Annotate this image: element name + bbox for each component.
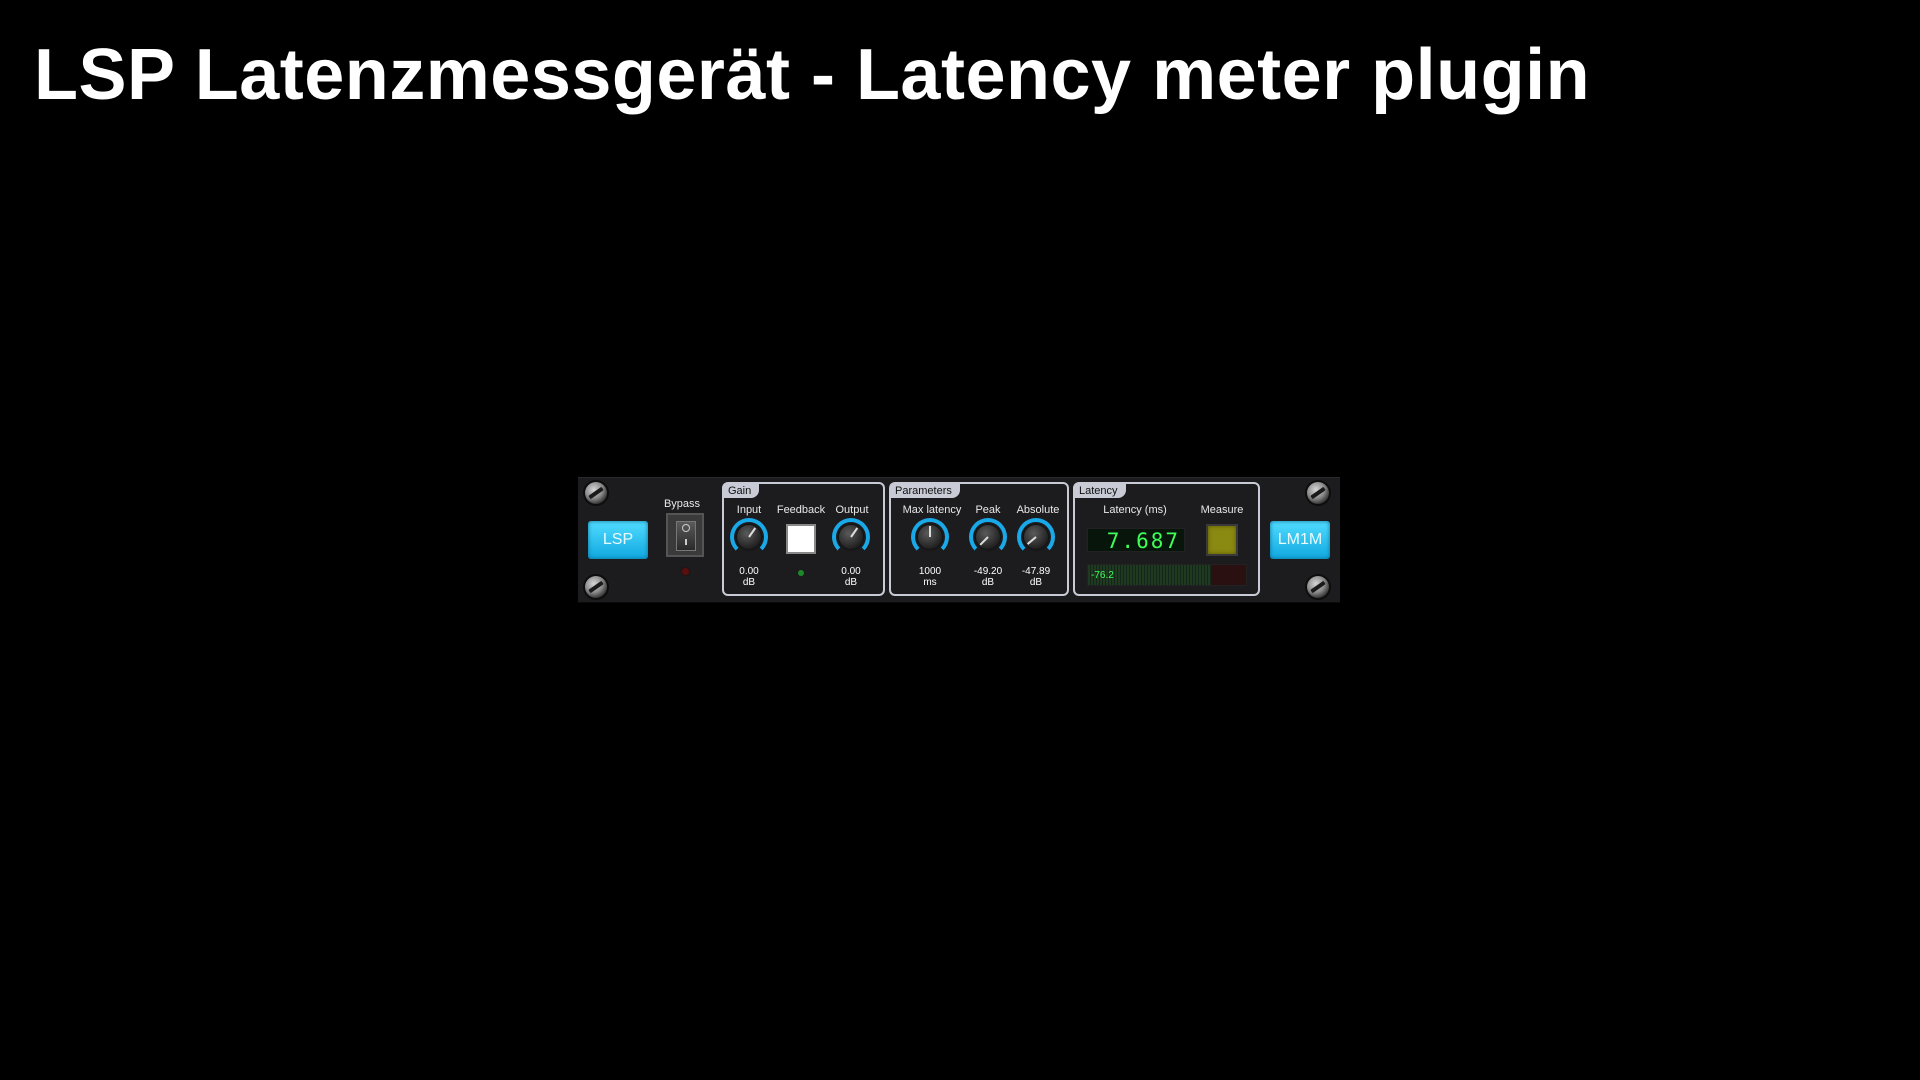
- input-label: Input: [736, 504, 762, 516]
- absolute-value: -47.89: [1021, 566, 1051, 577]
- lm1m-logo-button[interactable]: LM1M: [1270, 521, 1330, 559]
- input-gain-unit: dB: [742, 577, 756, 588]
- screw-icon: [585, 482, 607, 504]
- latency-group-label: Latency: [1075, 484, 1126, 498]
- bypass-led: [682, 568, 689, 575]
- max-latency-knob[interactable]: [911, 518, 949, 556]
- latency-display: 7.687: [1087, 528, 1185, 553]
- latency-display-label: Latency (ms): [1103, 504, 1167, 516]
- latency-value: 7.687: [1106, 529, 1180, 553]
- absolute-label: Absolute: [1016, 504, 1060, 516]
- screw-icon: [585, 576, 607, 598]
- output-gain-unit: dB: [844, 577, 858, 588]
- parameters-group: Parameters Max latency 1000 ms Peak -49.…: [889, 482, 1069, 596]
- feedback-led: [798, 570, 804, 576]
- output-label: Output: [835, 504, 869, 516]
- gain-group: Gain Input 0.00 dB Feedback Output 0.00 …: [722, 482, 885, 596]
- gain-group-label: Gain: [724, 484, 760, 498]
- max-latency-label: Max latency: [902, 504, 962, 516]
- measure-button[interactable]: [1206, 524, 1238, 556]
- peak-value: -49.20: [973, 566, 1003, 577]
- feedback-label: Feedback: [776, 504, 826, 516]
- lsp-logo-button[interactable]: LSP: [588, 521, 648, 559]
- absolute-knob[interactable]: [1017, 518, 1055, 556]
- toggle-switch-icon: [676, 521, 696, 551]
- measure-label: Measure: [1200, 504, 1244, 516]
- peak-unit: dB: [981, 577, 995, 588]
- level-meter-value: -76.2: [1091, 570, 1114, 581]
- max-latency-value: 1000: [918, 566, 942, 577]
- absolute-unit: dB: [1029, 577, 1043, 588]
- input-gain-knob[interactable]: [730, 518, 768, 556]
- output-gain-value: 0.00: [841, 566, 861, 577]
- screw-icon: [1307, 482, 1329, 504]
- bypass-label: Bypass: [663, 498, 701, 510]
- output-gain-knob[interactable]: [832, 518, 870, 556]
- input-gain-value: 0.00: [739, 566, 759, 577]
- feedback-button[interactable]: [786, 524, 816, 554]
- parameters-group-label: Parameters: [891, 484, 960, 498]
- plugin-panel: LSP Bypass Gain Input 0.00 dB Feedback O…: [578, 477, 1340, 603]
- bypass-switch[interactable]: [666, 513, 704, 557]
- peak-knob[interactable]: [969, 518, 1007, 556]
- max-latency-unit: ms: [923, 577, 937, 588]
- level-meter: -76.2: [1087, 564, 1247, 586]
- page-title: LSP Latenzmessgerät - Latency meter plug…: [34, 35, 1591, 115]
- peak-label: Peak: [975, 504, 1001, 516]
- screw-icon: [1307, 576, 1329, 598]
- latency-group: Latency Latency (ms) 7.687 Measure -76.2: [1073, 482, 1260, 596]
